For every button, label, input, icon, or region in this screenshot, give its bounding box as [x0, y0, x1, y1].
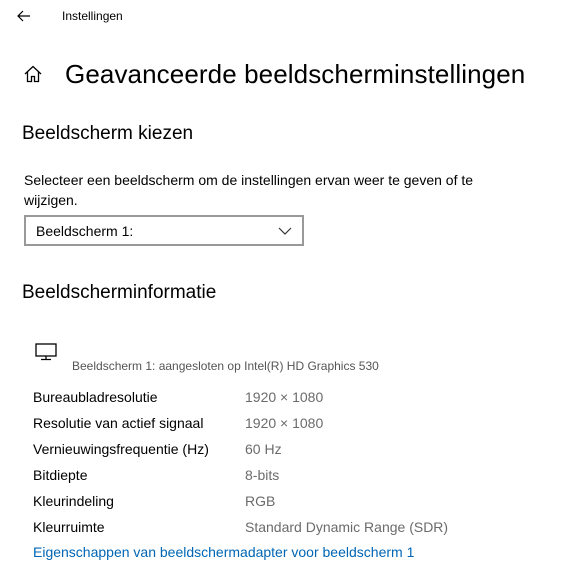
info-row-color-space: Kleurruimte Standard Dynamic Range (SDR): [33, 516, 533, 542]
display-adapter-properties-link[interactable]: Eigenschappen van beeldschermadapter voo…: [33, 544, 414, 560]
info-label: Bureaubladresolutie: [33, 389, 158, 405]
choose-display-description: Selecteer een beeldscherm om de instelli…: [24, 172, 474, 208]
info-value: 60 Hz: [245, 441, 282, 457]
display-info-table: Bureaubladresolutie 1920 × 1080 Resoluti…: [33, 386, 533, 542]
display-subtitle: Beeldscherm 1: aangesloten op Intel(R) H…: [72, 359, 379, 373]
display-info-heading: Beeldscherminformatie: [22, 282, 217, 303]
app-title: Instellingen: [62, 9, 123, 23]
info-label: Resolutie van actief signaal: [33, 415, 204, 431]
chevron-down-icon: [278, 226, 292, 236]
info-value: Standard Dynamic Range (SDR): [245, 519, 449, 535]
info-row-color-format: Kleurindeling RGB: [33, 490, 533, 516]
info-label: Bitdiepte: [33, 467, 88, 483]
page-title: Geavanceerde beeldscherminstellingen: [65, 58, 526, 89]
info-label: Kleurruimte: [33, 519, 105, 535]
back-button[interactable]: [12, 5, 36, 27]
info-row-active-signal-resolution: Resolutie van actief signaal 1920 × 1080: [33, 412, 533, 438]
arrow-left-icon: [17, 10, 30, 22]
page-header: Geavanceerde beeldscherminstellingen: [22, 56, 525, 92]
info-label: Kleurindeling: [33, 493, 114, 509]
display-select-dropdown[interactable]: Beeldscherm 1:: [24, 215, 304, 246]
info-value: RGB: [245, 493, 276, 509]
choose-display-heading: Beeldscherm kiezen: [22, 123, 194, 144]
info-row-desktop-resolution: Bureaubladresolutie 1920 × 1080: [33, 386, 533, 412]
info-label: Vernieuwingsfrequentie (Hz): [33, 441, 209, 457]
monitor-icon: [35, 343, 59, 361]
title-bar: Instellingen: [0, 0, 561, 34]
info-row-refresh-rate: Vernieuwingsfrequentie (Hz) 60 Hz: [33, 438, 533, 464]
info-value: 1920 × 1080: [245, 389, 324, 405]
info-row-bit-depth: Bitdiepte 8-bits: [33, 464, 533, 490]
home-icon[interactable]: [22, 63, 44, 85]
info-value: 8-bits: [245, 467, 280, 483]
info-value: 1920 × 1080: [245, 415, 324, 431]
dropdown-selected-value: Beeldscherm 1:: [36, 222, 134, 239]
